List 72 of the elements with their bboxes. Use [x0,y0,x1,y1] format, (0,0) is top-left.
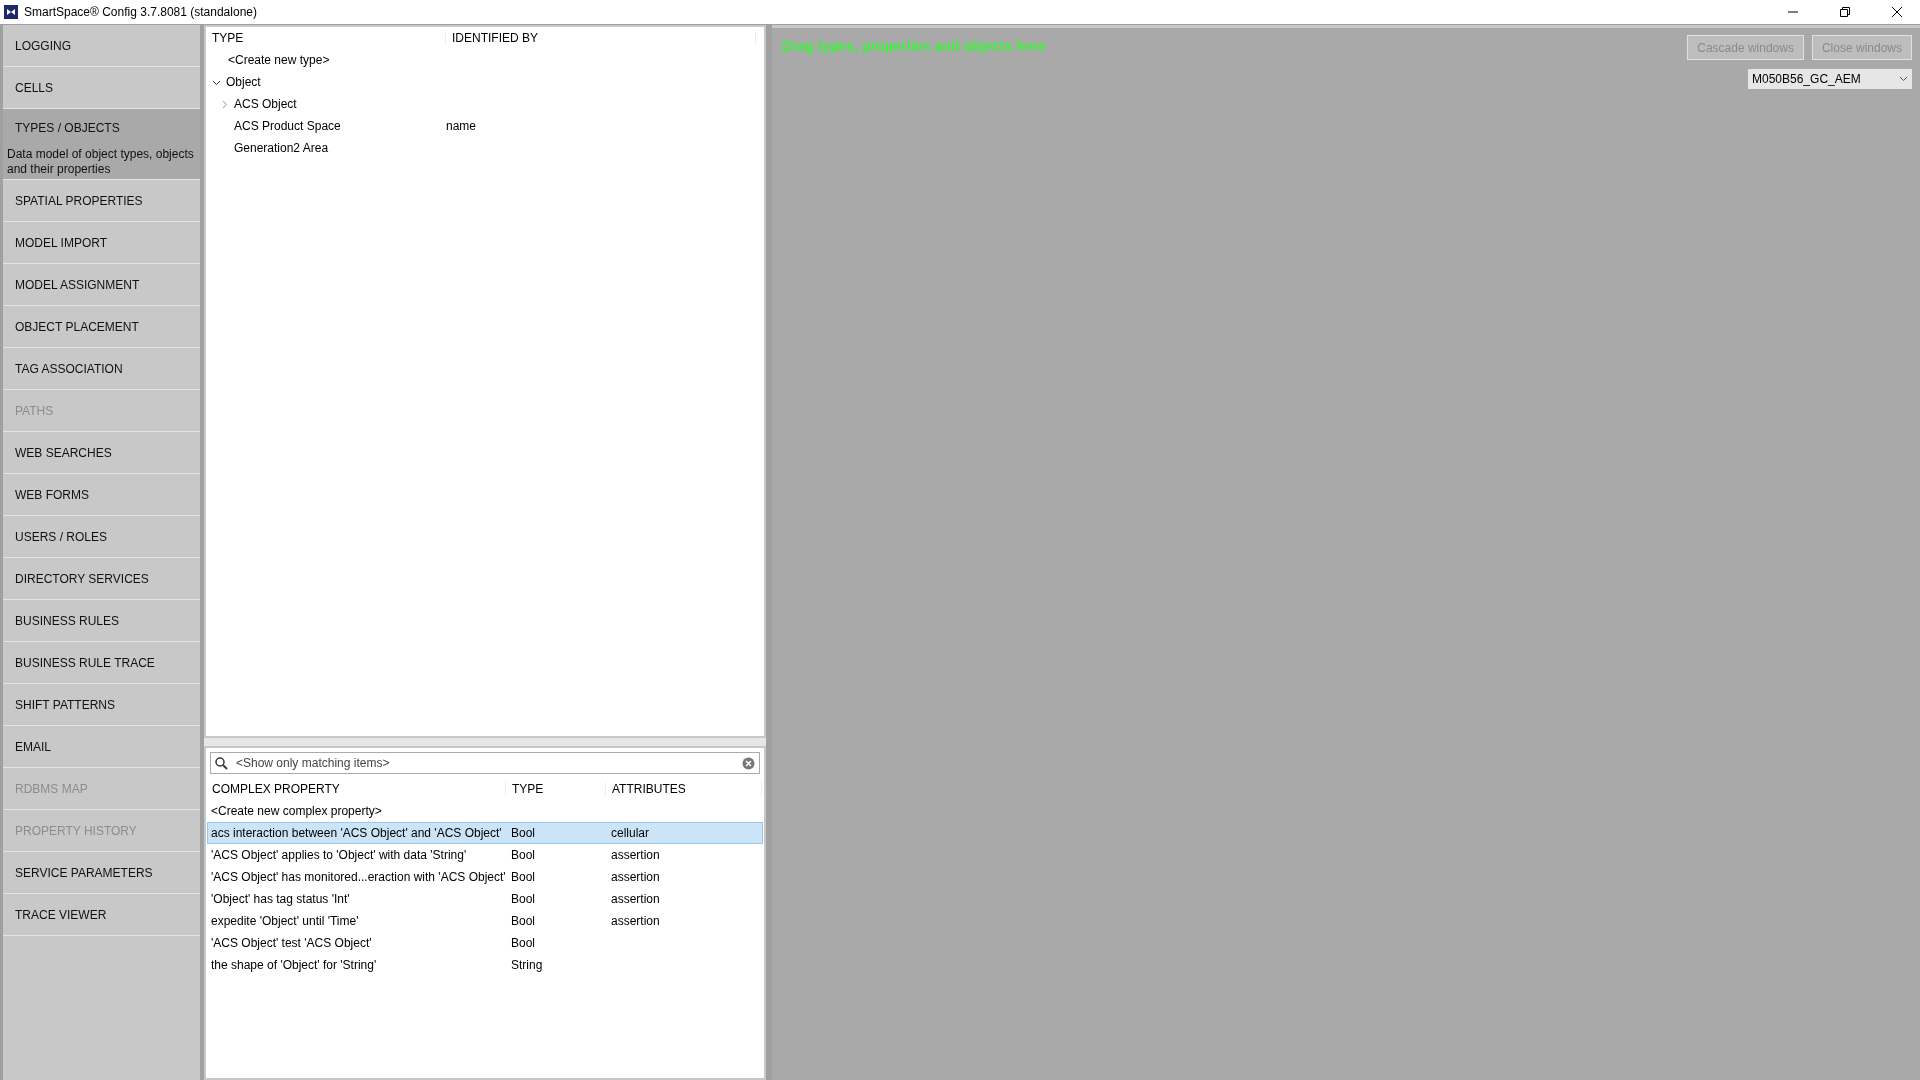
sidebar-item-label: SPATIAL PROPERTIES [15,193,144,208]
table-row[interactable]: acs interaction between 'ACS Object' and 'ACS Object' Bool cellular [207,822,763,844]
close-icon[interactable] [1892,7,1902,17]
table-cell-text: assertion [610,914,661,928]
sidebar-item-description: Data model of object types, objects and their properties [7,147,195,178]
window-title: SmartSpace® Config 3.7.8081 (standalone) [24,5,258,19]
table-row[interactable]: 'ACS Object' test 'ACS Object' Bool [207,932,763,954]
app-logo-icon [4,5,18,19]
sidebar-item-label: SHIFT PATTERNS [15,697,116,712]
table-cell-text: Bool [510,936,537,950]
sidebar-item-label: TAG ASSOCIATION [15,361,124,376]
table-cell-text: assertion [610,848,661,862]
model-select[interactable]: M050B56_GC_AEM [1748,69,1912,89]
chevron-down-icon [1899,76,1908,82]
table-cell-text: Bool [510,892,537,906]
tree-item[interactable]: Generation2 Area [234,141,329,155]
table-cell-text: 'ACS Object' test 'ACS Object' [210,936,373,950]
table-cell-text: 'ACS Object' has monitored...eraction with 'ACS Object' [210,870,507,884]
sidebar-item-label: WEB FORMS [15,487,90,502]
sidebar-item-label: TYPES / OBJECTS [15,121,121,135]
identified-by-cell: name [446,119,477,133]
table-row[interactable]: 'ACS Object' applies to 'Object' with data 'String' Bool assertion [207,844,763,866]
table-cell-text: assertion [610,892,661,906]
restore-icon[interactable] [1840,7,1850,17]
search-icon [215,756,228,770]
tree-item[interactable]: ACS Object [234,97,297,111]
sidebar-item-label: RDBMS MAP [15,781,89,796]
table-cell-text: Bool [510,914,537,928]
table-cell-text: cellular [610,826,650,840]
column-header[interactable]: COMPLEX PROPERTY [206,781,506,796]
sidebar-item-label: PATHS [15,403,55,418]
sidebar-item-label: LOGGING [15,38,72,53]
sidebar-item-label: SERVICE PARAMETERS [15,865,154,880]
table-cell-text: assertion [610,870,661,884]
sidebar-item-label: WEB SEARCHES [15,445,113,460]
sidebar-item-label: EMAIL [15,739,52,754]
table-cell-text: 'ACS Object' applies to 'Object' with data 'String' [210,848,468,862]
table-cell-text: String [510,958,544,972]
table-row[interactable]: the shape of 'Object' for 'String' String [207,954,763,976]
tree-item[interactable]: ACS Product Space [234,119,341,133]
sidebar-item-label: PROPERTY HISTORY [15,823,138,838]
search-box[interactable]: <Show only matching items> [210,752,760,774]
table-cell-text: Bool [510,848,537,862]
table-cell-text: expedite 'Object' until 'Time' [210,914,360,928]
column-header[interactable]: TYPE [206,30,446,45]
table-cell-text: 'Object' has tag status 'Int' [210,892,351,906]
drop-hint: Drag types, properties and objects here [781,38,1046,54]
sidebar-item-label: DIRECTORY SERVICES [15,571,150,586]
tree-item[interactable]: Object [226,75,261,89]
sidebar-item-label: BUSINESS RULES [15,613,121,628]
column-header[interactable]: IDENTIFIED BY [446,30,756,45]
table-cell-text: Bool [510,870,537,884]
column-header[interactable]: ATTRIBUTES [606,781,762,796]
sidebar-item-label: OBJECT PLACEMENT [15,319,140,334]
sidebar-item[interactable]: TYPES / OBJECTS Data model of object types, objects and their properties [3,109,200,180]
sidebar-item-label: TRACE VIEWER [15,907,108,922]
chevron-right-icon[interactable] [220,99,229,109]
sidebar-item-label: USERS / ROLES [15,529,109,544]
clear-icon[interactable] [742,756,755,770]
table-cell-text: the shape of 'Object' for 'String' [210,958,378,972]
sidebar-item-label: BUSINESS RULE TRACE [15,655,156,670]
sidebar-item-label: MODEL ASSIGNMENT [15,277,141,292]
column-header[interactable]: TYPE [506,781,606,796]
table-row[interactable]: 'ACS Object' has monitored...eraction with 'ACS Object' Bool assertion [207,866,763,888]
table-cell-text: acs interaction between 'ACS Object' and 'ACS Object' [210,826,503,840]
create-property-item[interactable]: <Create new complex property> [211,804,382,818]
table-row[interactable]: expedite 'Object' until 'Time' Bool assertion [207,910,763,932]
table-row[interactable]: 'Object' has tag status 'Int' Bool assertion [207,888,763,910]
create-type-item[interactable]: <Create new type> [228,53,330,67]
sidebar-item-label: CELLS [15,80,55,95]
sidebar-item-label: MODEL IMPORT [15,235,108,250]
table-cell-text: Bool [510,826,537,840]
